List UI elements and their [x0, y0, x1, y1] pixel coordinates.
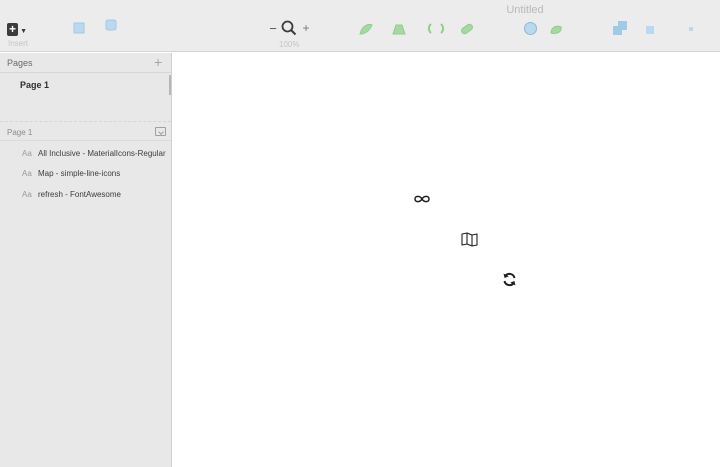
forward-icon[interactable]: [688, 26, 694, 32]
layer-label: All Inclusive - MaterialIcons-Regular: [38, 149, 166, 158]
pencil-tool-icon[interactable]: [391, 22, 407, 36]
pages-title: Pages: [7, 58, 33, 68]
refresh-icon[interactable]: [502, 272, 517, 287]
layer-item[interactable]: Aa refresh - FontAwesome: [0, 186, 171, 204]
selection-indicator: [169, 75, 171, 95]
insert-button[interactable]: + ▼: [7, 22, 27, 36]
scale-icon[interactable]: [549, 23, 563, 36]
layer-label: Map - simple-line-icons: [38, 169, 121, 178]
pages-header: Pages +: [0, 53, 171, 73]
map-icon[interactable]: [461, 232, 478, 247]
zoom-out-button[interactable]: −: [268, 21, 278, 36]
zoom-in-button[interactable]: +: [301, 21, 311, 35]
page-label: Page 1: [20, 80, 50, 90]
layer-item[interactable]: Aa All Inclusive - MaterialIcons-Regular: [0, 145, 171, 163]
plus-icon: +: [7, 22, 19, 36]
layer-item[interactable]: Aa Map - simple-line-icons: [0, 165, 171, 183]
canvas[interactable]: [172, 53, 720, 467]
sidebar: Pages + Page 1 Page 1 Aa All Inclusive -…: [0, 53, 172, 467]
export-icon[interactable]: [155, 127, 166, 136]
text-layer-icon: Aa: [22, 169, 32, 178]
zoom-icon[interactable]: [281, 20, 297, 36]
mask-icon[interactable]: [523, 21, 538, 36]
chevron-down-icon: ▼: [20, 27, 27, 35]
insert-label: Insert: [8, 39, 29, 48]
page-list-item[interactable]: Page 1: [0, 75, 171, 96]
add-page-button[interactable]: +: [154, 54, 162, 70]
toolbar: Untitled + ▼ Insert − + 100%: [0, 0, 720, 52]
zoom-level: 100%: [279, 40, 300, 49]
text-layer-icon: Aa: [22, 190, 32, 199]
rectangle-tool-icon[interactable]: [73, 22, 85, 34]
all-inclusive-icon[interactable]: [413, 194, 431, 204]
divider: [0, 121, 171, 122]
rotate-copies-icon[interactable]: [427, 20, 445, 37]
layers-page-title: Page 1: [7, 128, 33, 137]
union-icon[interactable]: [612, 20, 628, 36]
layers-header: Page 1: [0, 123, 171, 141]
vector-tool-icon[interactable]: [358, 22, 374, 36]
layer-label: refresh - FontAwesome: [38, 190, 121, 199]
subtract-icon[interactable]: [645, 23, 657, 35]
flatten-icon[interactable]: [459, 22, 475, 36]
oval-tool-icon[interactable]: [104, 18, 119, 33]
window-title: Untitled: [506, 4, 544, 16]
text-layer-icon: Aa: [22, 149, 32, 158]
